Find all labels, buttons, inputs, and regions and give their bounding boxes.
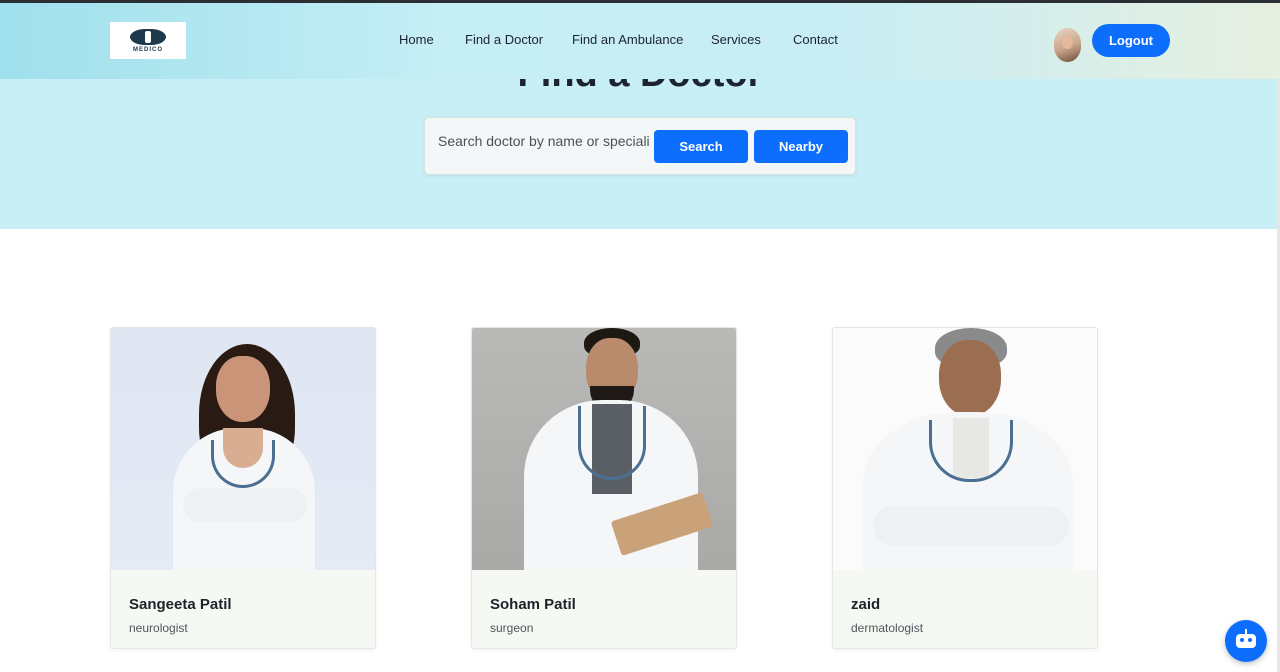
- search-bar: Search Nearby: [424, 117, 856, 175]
- doctor-info: Soham Patil surgeon: [472, 570, 736, 648]
- doctor-specialization: dermatologist: [851, 621, 924, 635]
- user-avatar[interactable]: [1054, 28, 1081, 62]
- doctor-name: zaid: [851, 596, 881, 613]
- doctor-photo: [833, 328, 1097, 570]
- nav-services[interactable]: Services: [711, 32, 761, 47]
- robot-icon: [1236, 629, 1256, 648]
- doctor-card[interactable]: zaid dermatologist: [832, 327, 1098, 649]
- nav-home[interactable]: Home: [399, 32, 434, 47]
- logout-button[interactable]: Logout: [1092, 24, 1170, 57]
- nav-find-doctor[interactable]: Find a Doctor: [465, 32, 543, 47]
- doctor-card[interactable]: Sangeeta Patil neurologist: [110, 327, 376, 649]
- avatar-face: [1062, 36, 1073, 49]
- nav-contact[interactable]: Contact: [793, 32, 838, 47]
- doctor-info: Sangeeta Patil neurologist: [111, 570, 375, 648]
- doctor-photo: [472, 328, 736, 570]
- main-nav: Home Find a Doctor Find an Ambulance Ser…: [0, 32, 1280, 52]
- nearby-button[interactable]: Nearby: [754, 130, 848, 163]
- chatbot-button[interactable]: [1225, 620, 1267, 662]
- site-header: MEDICO Home Find a Doctor Find an Ambula…: [0, 3, 1280, 79]
- doctor-specialization: neurologist: [129, 621, 188, 635]
- doctor-name: Sangeeta Patil: [129, 596, 232, 613]
- doctor-card[interactable]: Soham Patil surgeon: [471, 327, 737, 649]
- doctor-name: Soham Patil: [490, 596, 576, 613]
- search-input[interactable]: [433, 128, 649, 154]
- search-button[interactable]: Search: [654, 130, 748, 163]
- doctor-info: zaid dermatologist: [833, 570, 1097, 648]
- doctor-photo: [111, 328, 375, 570]
- doctor-specialization: surgeon: [490, 621, 534, 635]
- nav-find-ambulance[interactable]: Find an Ambulance: [572, 32, 683, 47]
